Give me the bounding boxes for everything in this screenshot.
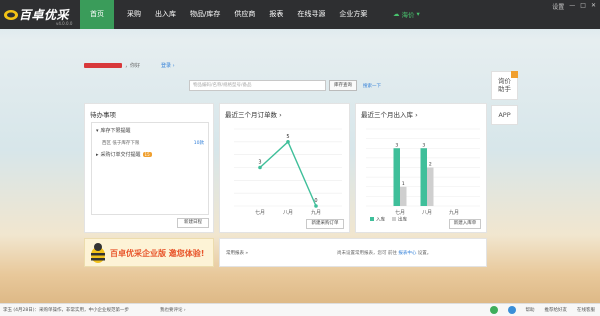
new-inbound-button[interactable]: 新建入库单 (449, 219, 481, 229)
help-link[interactable]: 帮助 (526, 307, 535, 313)
main-nav: 首页 采购 出入库 物品/库存 供应商 报表 在线寻源 企业方案 (80, 0, 374, 29)
inbound-title[interactable]: 最近三个月出入库 › (361, 109, 418, 119)
data-point (258, 165, 262, 170)
nav-home[interactable]: 首页 (80, 0, 114, 29)
new-schedule-button[interactable]: 新建日程 (177, 218, 209, 228)
bee-icon (91, 243, 105, 263)
caret-down-icon: ▾ (96, 127, 99, 134)
data-point (286, 140, 290, 144)
cloud-account[interactable]: ☁ 海价 ▾ (393, 9, 420, 19)
common-reports-message: 尚未设置常用报表，您可 前往 报表中心 设置。 (337, 250, 431, 256)
app-logo: 百卓优采 v4.0.0.0 (0, 0, 80, 29)
orders-title[interactable]: 最近三个月订单数 › (225, 109, 282, 119)
chevron-down-icon: ▾ (416, 10, 420, 18)
search-link[interactable]: 搜索一下 (363, 83, 381, 89)
nav-reports[interactable]: 报表 (262, 0, 290, 29)
data-label: 3 (395, 142, 398, 148)
order-alert-badge: 15 (142, 152, 152, 157)
stock-alert-count[interactable]: 10款 (194, 140, 204, 146)
nav-enterprise[interactable]: 企业方案 (332, 0, 374, 29)
status-tip: 李玉 (4月28日)：采购单操作，非常实用，中小企业规范第一步 (3, 308, 130, 313)
x-tick-label: 九月 (449, 209, 459, 216)
common-reports-label[interactable]: 常用报表 » (226, 250, 248, 256)
recommend-link[interactable]: 推荐给好友 (545, 307, 568, 313)
legend-swatch (370, 217, 374, 221)
enterprise-banner[interactable]: 百卓优采企业版 邀您体验! (84, 238, 214, 267)
data-point (314, 204, 318, 208)
x-tick-label: 七月 (255, 209, 265, 216)
nav-purchase[interactable]: 采购 (120, 0, 148, 29)
nav-supplier[interactable]: 供应商 (227, 0, 262, 29)
bar (400, 186, 407, 206)
close-button[interactable]: ✕ (591, 2, 596, 11)
bar (420, 148, 427, 206)
data-label: 0 (314, 198, 317, 204)
redacted-username (84, 63, 122, 68)
greeting-suffix: ，你好 (125, 63, 141, 69)
user-greeting: ，你好 登录 › (84, 62, 175, 69)
bar (393, 148, 400, 206)
stock-alert-detail: 西区 低于库存下限 (102, 141, 140, 146)
legend-swatch (392, 217, 396, 221)
comment-link[interactable]: 我也要评论 › (160, 307, 186, 313)
todo-list: ▾ 库存下限提醒 西区 低于库存下限 10款 ▸ 采购订单交付提醒 15 (91, 122, 209, 215)
legend-label: 入库 (376, 216, 385, 222)
inquiry-assistant-label: 询价助手 (498, 77, 511, 93)
stock-alert-label: 库存下限提醒 (100, 128, 131, 134)
series-line (259, 140, 317, 207)
caret-right-icon: ▸ (96, 151, 99, 158)
orders-panel: 最近三个月订单数 › 3 七月 5 八月 0 九月 新建采购订单 (219, 103, 350, 233)
stock-alert-item[interactable]: ▾ 库存下限提醒 (96, 127, 131, 135)
logo-icon (4, 10, 18, 20)
legend-label: 出库 (398, 216, 407, 222)
stock-query-button[interactable]: 库存查询 (329, 80, 357, 91)
data-label: 3 (422, 142, 425, 148)
order-alert-item[interactable]: ▸ 采购订单交付提醒 15 (96, 151, 152, 158)
search-input[interactable]: 物品编码/名称/规格型号/备品 (189, 80, 326, 91)
status-blue-icon[interactable] (507, 306, 516, 314)
banner-text: 百卓优采企业版 邀您体验! (110, 249, 205, 258)
status-green-icon[interactable] (489, 306, 498, 314)
todo-title: 待办事项 (90, 111, 116, 119)
status-actions: 帮助 推荐给好友 在线客服 (489, 306, 595, 314)
help-badge (511, 71, 518, 78)
x-tick-label: 九月 (311, 209, 321, 216)
data-label: 1 (402, 181, 405, 187)
order-alert-label: 采购订单交付提醒 (100, 152, 141, 158)
common-msg-prefix: 尚未设置常用报表，您可 前往 (337, 251, 399, 256)
inbound-bar-chart: 3 1 七月 3 2 八月 九月入库 出库 (366, 128, 480, 222)
nav-stock-io[interactable]: 出入库 (148, 0, 183, 29)
status-bar: 李玉 (4月28日)：采购单操作，非常实用，中小企业规范第一步 我也要评论 › … (0, 303, 600, 316)
x-tick-label: 八月 (422, 210, 432, 216)
nav-sourcing[interactable]: 在线寻源 (290, 0, 332, 29)
common-reports-panel: 常用报表 » 尚未设置常用报表，您可 前往 报表中心 设置。 (219, 238, 487, 267)
nav-items-inventory[interactable]: 物品/库存 (183, 0, 227, 29)
common-msg-suffix: 设置。 (416, 251, 432, 256)
window-controls: 设置 — □ ✕ (552, 2, 596, 11)
todo-panel: 待办事项 ▾ 库存下限提醒 西区 低于库存下限 10款 ▸ 采购订单交付提醒 1… (84, 103, 214, 233)
data-label: 5 (286, 134, 289, 140)
minimize-button[interactable]: — (569, 2, 575, 11)
new-purchase-order-button[interactable]: 新建采购订单 (306, 219, 344, 229)
maximize-button[interactable]: □ (580, 2, 586, 11)
x-tick-label: 八月 (283, 210, 293, 216)
top-bar: 百卓优采 v4.0.0.0 首页 采购 出入库 物品/库存 供应商 报表 在线寻… (0, 0, 600, 29)
report-center-link[interactable]: 报表中心 (398, 251, 416, 256)
cloud-icon: ☁ (393, 10, 400, 18)
data-label: 2 (429, 162, 432, 168)
x-tick-label: 七月 (395, 209, 405, 216)
app-version: v4.0.0.0 (56, 21, 73, 26)
login-link[interactable]: 登录 › (161, 62, 175, 69)
app-tab[interactable]: APP (491, 105, 518, 125)
bar (427, 167, 434, 206)
orders-line-chart: 3 七月 5 八月 0 九月 (234, 128, 342, 216)
online-service-link[interactable]: 在线客服 (577, 307, 595, 313)
inquiry-assistant-tab[interactable]: 询价助手 (491, 71, 518, 100)
settings-button[interactable]: 设置 (552, 2, 564, 11)
inbound-panel: 最近三个月出入库 › 3 1 七月 3 2 八月 九月入库 出库 新建入库单 (355, 103, 487, 233)
cloud-user: 海价 (401, 11, 415, 19)
data-label: 3 (258, 160, 261, 166)
